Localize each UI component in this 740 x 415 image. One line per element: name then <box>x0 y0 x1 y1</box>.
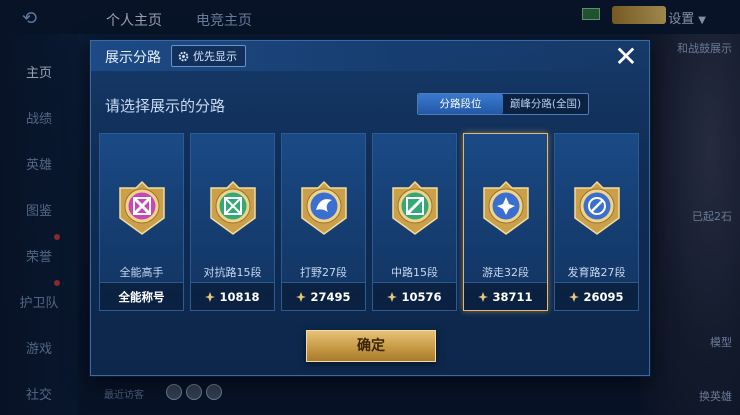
lane-card[interactable]: 对抗路15段 10818 <box>190 133 275 311</box>
confirm-button[interactable]: 确定 <box>306 330 436 362</box>
lane-emblem-icon <box>392 180 438 235</box>
lane-rank-label: 打野27段 <box>300 266 347 279</box>
gear-icon <box>178 51 189 61</box>
lane-mode-toggle: 分路段位 巅峰分路(全国) <box>417 93 589 115</box>
lane-score: 10576 <box>401 289 442 304</box>
lane-rank-label: 发育路27段 <box>567 266 626 279</box>
lane-score-bar: 38711 <box>464 282 547 310</box>
lane-card[interactable]: 中路15段 10576 <box>372 133 457 311</box>
lane-rank-label: 全能高手 <box>119 266 164 279</box>
lane-score: 全能称号 <box>118 289 165 304</box>
lane-emblem-icon <box>301 180 347 235</box>
lane-rank-label: 游走32段 <box>482 266 529 279</box>
power-icon <box>205 291 216 302</box>
lane-card[interactable]: 游走32段 38711 <box>463 133 548 311</box>
lane-score: 26095 <box>583 289 624 304</box>
toggle-peak-lane[interactable]: 巅峰分路(全国) <box>503 94 588 114</box>
lane-emblem-icon <box>210 180 256 235</box>
lane-score: 10818 <box>219 289 260 304</box>
toggle-lane-rank[interactable]: 分路段位 <box>418 94 503 114</box>
lane-rank-label: 中路15段 <box>391 266 438 279</box>
lane-emblem-icon <box>119 180 165 235</box>
lane-card-list: 全能高手 全能称号 对抗路15段 10818 打野27段 27495 中路15段 10576 游… <box>99 133 643 311</box>
power-icon <box>387 291 398 302</box>
power-icon <box>569 291 580 302</box>
lane-score-bar: 10576 <box>373 282 456 310</box>
lane-score-bar: 全能称号 <box>100 282 183 310</box>
lane-rank-label: 对抗路15段 <box>203 266 262 279</box>
lane-emblem-icon <box>483 180 529 235</box>
lane-score-bar: 27495 <box>282 282 365 310</box>
power-icon <box>296 291 307 302</box>
lane-card[interactable]: 发育路27段 26095 <box>554 133 639 311</box>
priority-display-button[interactable]: 优先显示 <box>171 45 246 67</box>
lane-score-bar: 26095 <box>555 282 638 310</box>
lane-emblem-icon <box>574 180 620 235</box>
dialog-subtitle: 请选择展示的分路 <box>105 97 226 115</box>
lane-card[interactable]: 打野27段 27495 <box>281 133 366 311</box>
close-icon[interactable]: ✕ <box>613 43 639 71</box>
priority-label: 优先显示 <box>193 50 237 63</box>
dialog-header: 展示分路 优先显示 <box>91 41 649 71</box>
power-icon <box>478 291 489 302</box>
lane-score: 38711 <box>492 289 533 304</box>
lane-display-dialog: 展示分路 优先显示 ✕ 请选择展示的分路 分路段位 巅峰分路(全国) 全能高手全… <box>90 40 650 376</box>
lane-card[interactable]: 全能高手 全能称号 <box>99 133 184 311</box>
lane-score: 27495 <box>310 289 351 304</box>
dialog-title: 展示分路 <box>105 50 161 66</box>
lane-score-bar: 10818 <box>191 282 274 310</box>
